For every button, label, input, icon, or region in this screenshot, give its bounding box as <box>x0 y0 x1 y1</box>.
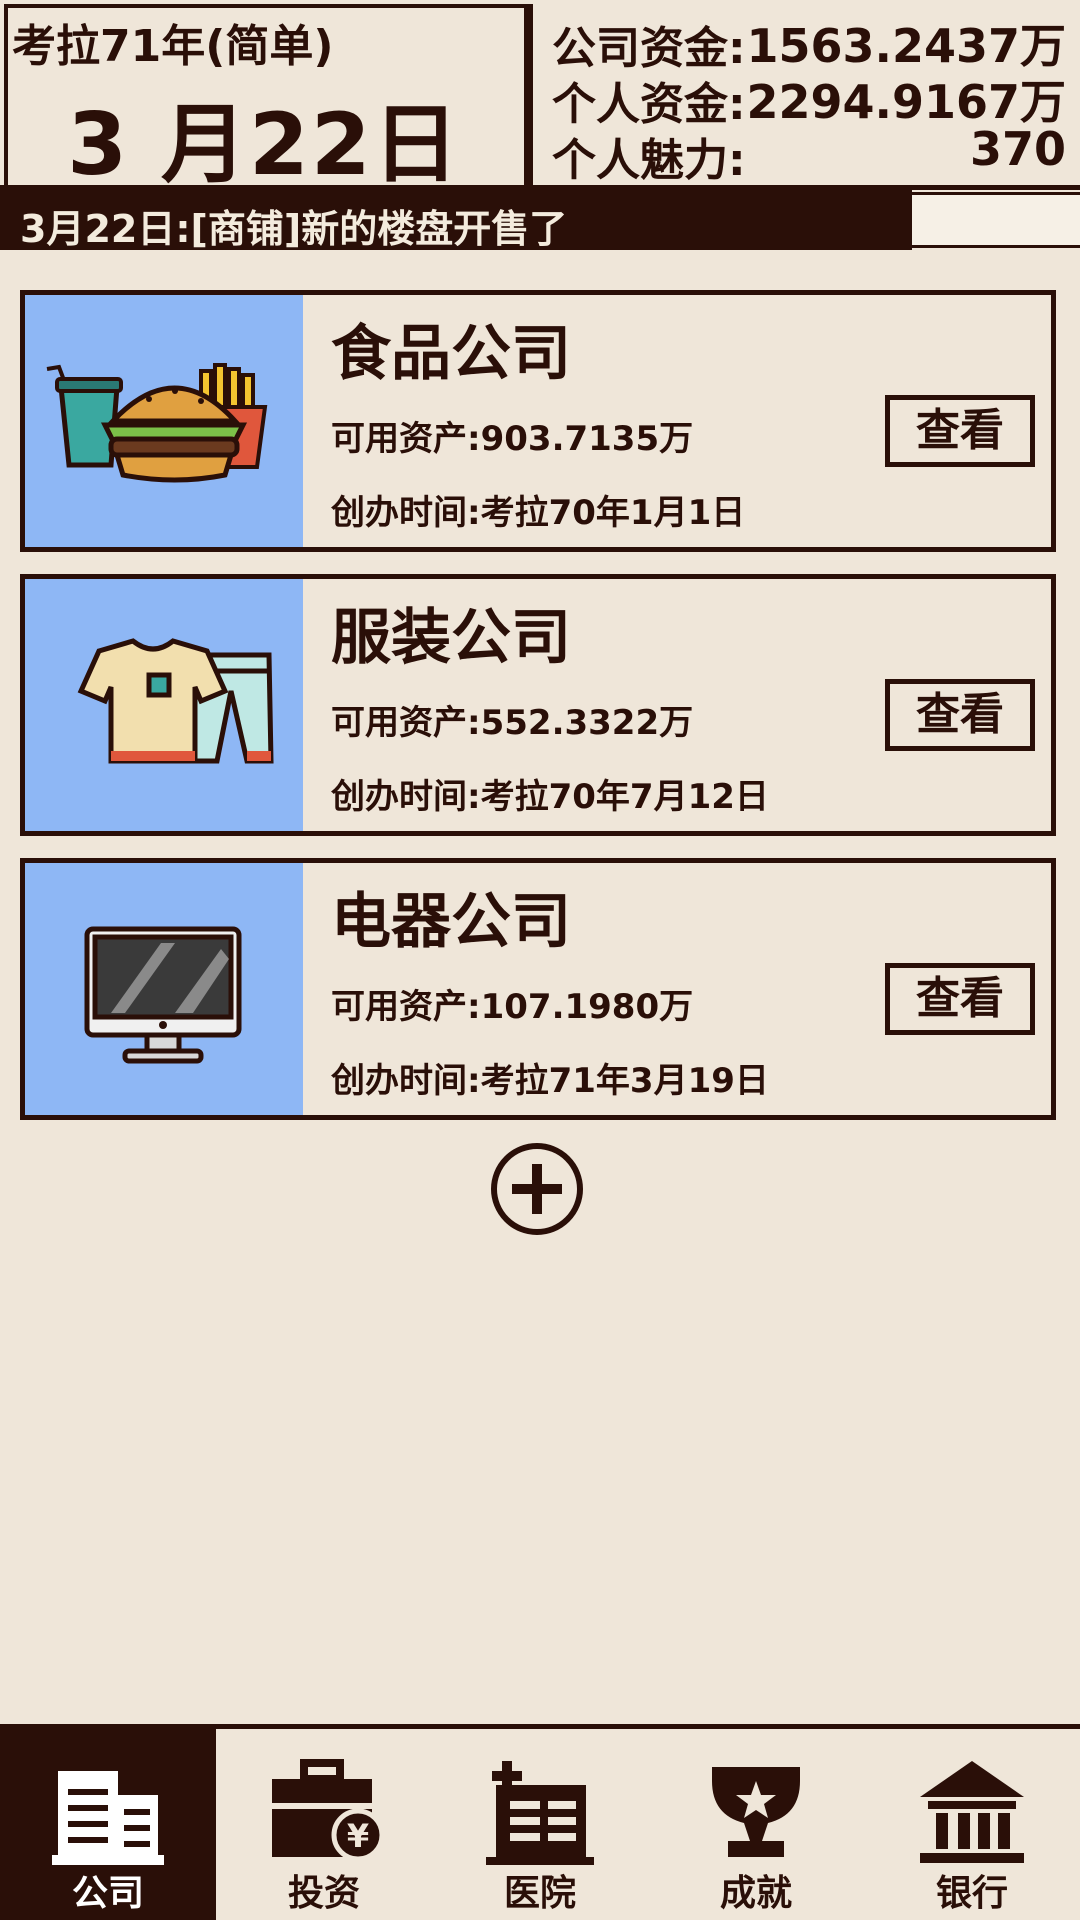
clothing-icon <box>25 579 303 831</box>
trophy-icon <box>712 1767 800 1857</box>
office-building-icon <box>52 1771 164 1865</box>
company-assets: 可用资产:552.3322万 <box>331 703 694 743</box>
header-divider <box>528 4 533 190</box>
nav-label: 成就 <box>719 1873 792 1914</box>
company-assets: 可用资产:107.1980万 <box>331 987 694 1027</box>
hospital-icon <box>486 1761 594 1865</box>
company-name: 电器公司 <box>331 887 571 957</box>
company-founded-date: 创办时间:考拉71年3月19日 <box>331 1061 769 1101</box>
monitor-icon <box>25 863 303 1115</box>
game-year: 考拉71年(简单) <box>12 21 334 72</box>
company-card-clothing[interactable]: 服装公司 可用资产:552.3322万 创办时间:考拉70年7月12日 查看 <box>20 574 1056 836</box>
current-date: 3 月22日 <box>67 95 461 195</box>
view-button[interactable]: 查看 <box>885 963 1035 1035</box>
nav-tab-bank[interactable]: 银行 <box>864 1729 1080 1920</box>
company-funds-label: 公司资金: <box>552 23 746 74</box>
company-founded-date: 创办时间:考拉70年1月1日 <box>331 493 746 533</box>
nav-label: 医院 <box>503 1873 576 1914</box>
add-company-button[interactable] <box>490 1142 584 1236</box>
nav-label: 投资 <box>287 1873 360 1914</box>
view-button[interactable]: 查看 <box>885 395 1035 467</box>
company-card-electronics[interactable]: 电器公司 可用资产:107.1980万 创办时间:考拉71年3月19日 查看 <box>20 858 1056 1120</box>
nav-label: 公司 <box>71 1873 144 1914</box>
company-name: 服装公司 <box>331 603 571 673</box>
company-name: 食品公司 <box>331 319 571 389</box>
company-card-food[interactable]: 食品公司 可用资产:903.7135万 创办时间:考拉70年1月1日 查看 <box>20 290 1056 552</box>
nav-tab-achievements[interactable]: 成就 <box>648 1729 864 1920</box>
bottom-nav: 公司 ¥ 投资 医院 成就 银行 <box>0 1724 1080 1920</box>
svg-text:¥: ¥ <box>347 1817 369 1855</box>
briefcase-yen-icon: ¥ <box>272 1759 382 1862</box>
news-side-box <box>912 192 1080 248</box>
company-assets: 可用资产:903.7135万 <box>331 419 694 459</box>
view-button[interactable]: 查看 <box>885 679 1035 751</box>
charisma-value: 370 <box>969 122 1066 176</box>
bank-icon <box>920 1761 1024 1863</box>
nav-tab-invest[interactable]: ¥ 投资 <box>216 1729 432 1920</box>
personal-funds-label: 个人资金: <box>552 79 746 130</box>
news-text: 3月22日:[商铺]新的楼盘开售了 <box>20 207 568 251</box>
charisma-label: 个人魅力: <box>552 135 746 186</box>
food-icon <box>25 295 303 547</box>
nav-label: 银行 <box>935 1873 1008 1914</box>
nav-tab-hospital[interactable]: 医院 <box>432 1729 648 1920</box>
nav-tab-company[interactable]: 公司 <box>0 1729 216 1920</box>
company-founded-date: 创办时间:考拉70年7月12日 <box>331 777 769 817</box>
plus-circle-icon <box>491 1143 583 1235</box>
